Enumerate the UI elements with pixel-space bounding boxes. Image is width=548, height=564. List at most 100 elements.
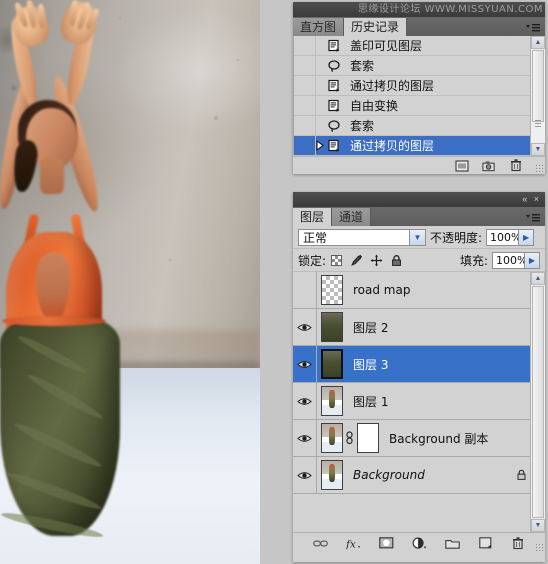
- layer-row[interactable]: road map: [293, 272, 545, 309]
- history-panel-titlebar[interactable]: 思缘设计论坛 WWW.MISSYUAN.COM: [293, 2, 545, 17]
- history-item[interactable]: 通过拷贝的图层: [294, 76, 545, 96]
- document-canvas[interactable]: [0, 0, 260, 564]
- history-item-label: 通过拷贝的图层: [350, 139, 435, 153]
- lock-transparent-pixels-icon[interactable]: [330, 254, 343, 267]
- scrollbar-thumb[interactable]: [532, 286, 544, 518]
- lasso-icon: [327, 59, 347, 73]
- lock-label: 锁定:: [298, 253, 327, 268]
- history-item[interactable]: 套索: [294, 56, 545, 76]
- history-scrollbar[interactable]: ▲ ▼: [530, 36, 545, 156]
- layer-row-selected[interactable]: 图层 3: [293, 346, 545, 383]
- layer-name[interactable]: 图层 1: [343, 393, 545, 410]
- chevron-down-icon[interactable]: ▼: [409, 229, 425, 245]
- fill-label: 填充:: [459, 253, 488, 268]
- tab-layers[interactable]: 图层: [293, 208, 333, 226]
- layer-visibility-toggle[interactable]: [293, 272, 317, 308]
- new-layer-icon[interactable]: [478, 536, 493, 551]
- blend-opacity-row: 正常 ▼ 不透明度: 100% ▶: [293, 226, 545, 249]
- eye-icon: [297, 397, 312, 405]
- svg-text:fx: fx: [346, 538, 356, 550]
- folder-icon[interactable]: [444, 536, 460, 551]
- panel-menu-icon[interactable]: [525, 213, 541, 224]
- lock-all-icon[interactable]: [390, 254, 403, 267]
- photo-waistband: [2, 316, 106, 326]
- trash-icon[interactable]: [511, 536, 526, 551]
- history-snapshot-checkbox[interactable]: [294, 116, 316, 135]
- history-snapshot-checkbox[interactable]: [294, 36, 316, 55]
- scroll-up-icon[interactable]: ▲: [531, 272, 545, 285]
- layers-panel-titlebar[interactable]: « ×: [293, 192, 545, 207]
- fill-slider-arrow-icon[interactable]: ▶: [524, 252, 539, 268]
- layer-thumbnail[interactable]: [321, 386, 343, 416]
- layer-row[interactable]: 图层 2: [293, 309, 545, 346]
- link-icon[interactable]: [345, 431, 355, 445]
- history-snapshot-checkbox[interactable]: [294, 136, 316, 155]
- layer-visibility-toggle[interactable]: [293, 457, 317, 493]
- layer-name[interactable]: Background: [343, 468, 516, 482]
- history-panel-tabbar: 直方图 历史记录: [293, 17, 545, 36]
- layer-icon: [327, 99, 347, 113]
- history-list[interactable]: 盖印可见图层 套索 通过拷贝的图层 自由变换 套索 通过拷贝的图层 ▲ ▼: [293, 36, 545, 156]
- opacity-slider-arrow-icon[interactable]: ▶: [518, 229, 534, 245]
- layer-icon: [327, 139, 347, 153]
- layers-list[interactable]: road map 图层 2 图层 3 图层 1 Background 副本 Ba…: [293, 272, 545, 532]
- lock-image-pixels-icon[interactable]: [350, 254, 363, 267]
- opacity-input[interactable]: 100% ▶: [486, 228, 535, 246]
- layer-mask-thumbnail[interactable]: [357, 423, 379, 453]
- tab-history[interactable]: 历史记录: [344, 18, 408, 36]
- layer-visibility-toggle[interactable]: [293, 420, 317, 456]
- layer-thumbnail[interactable]: [321, 423, 343, 453]
- layer-icon: [327, 79, 347, 93]
- layer-row[interactable]: 图层 1: [293, 383, 545, 420]
- photo-neck: [40, 158, 64, 194]
- collapse-icon[interactable]: «: [522, 194, 529, 204]
- layer-row[interactable]: Background 副本: [293, 420, 545, 457]
- layer-row[interactable]: Background: [293, 457, 545, 494]
- tab-histogram[interactable]: 直方图: [293, 18, 345, 36]
- link-layers-icon[interactable]: [312, 536, 328, 551]
- panel-menu-icon[interactable]: [525, 23, 541, 34]
- new-document-icon[interactable]: [455, 159, 469, 172]
- history-current-marker: [316, 140, 327, 151]
- history-snapshot-checkbox[interactable]: [294, 56, 316, 75]
- scroll-down-icon[interactable]: ▼: [531, 143, 545, 156]
- history-snapshot-checkbox[interactable]: [294, 96, 316, 115]
- mask-icon[interactable]: [378, 536, 394, 551]
- scroll-up-icon[interactable]: ▲: [531, 36, 545, 49]
- layer-name[interactable]: Background 副本: [379, 430, 545, 447]
- resize-grip[interactable]: [535, 543, 543, 551]
- layer-thumbnail[interactable]: [321, 349, 343, 379]
- history-item-label: 盖印可见图层: [350, 39, 423, 53]
- eye-icon: [297, 360, 312, 368]
- layer-name[interactable]: road map: [343, 283, 545, 297]
- layer-visibility-toggle[interactable]: [293, 383, 317, 419]
- layers-scrollbar[interactable]: ▲ ▼: [530, 272, 545, 532]
- layer-visibility-toggle[interactable]: [293, 346, 317, 382]
- resize-grip[interactable]: [535, 164, 543, 172]
- layer-thumbnail[interactable]: [321, 275, 343, 305]
- layer-thumbnail[interactable]: [321, 312, 343, 342]
- camera-icon[interactable]: [482, 159, 496, 172]
- layer-thumbnail[interactable]: [321, 460, 343, 490]
- scrollbar-thumb[interactable]: [532, 50, 544, 122]
- history-item[interactable]: 套索: [294, 116, 545, 136]
- layer-visibility-toggle[interactable]: [293, 309, 317, 345]
- trash-icon[interactable]: [509, 159, 523, 172]
- history-snapshot-checkbox[interactable]: [294, 76, 316, 95]
- layer-name[interactable]: 图层 3: [343, 356, 545, 373]
- tab-channels[interactable]: 通道: [332, 208, 372, 226]
- panel-window-buttons[interactable]: « ×: [522, 193, 541, 206]
- history-item[interactable]: 盖印可见图层: [294, 36, 545, 56]
- blend-mode-select[interactable]: 正常 ▼: [298, 228, 426, 246]
- fill-input[interactable]: 100% ▶: [492, 251, 540, 269]
- history-item[interactable]: 自由变换: [294, 96, 545, 116]
- fx-icon[interactable]: fx: [346, 536, 361, 551]
- history-item-selected[interactable]: 通过拷贝的图层: [294, 136, 545, 156]
- close-icon[interactable]: ×: [534, 194, 541, 204]
- scroll-down-icon[interactable]: ▼: [531, 519, 545, 532]
- layers-panel-tabbar: 图层 通道: [293, 207, 545, 226]
- lock-position-icon[interactable]: [370, 254, 383, 267]
- adjustment-icon[interactable]: [412, 536, 427, 551]
- layer-name[interactable]: 图层 2: [343, 319, 545, 336]
- opacity-value: 100%: [490, 230, 522, 244]
